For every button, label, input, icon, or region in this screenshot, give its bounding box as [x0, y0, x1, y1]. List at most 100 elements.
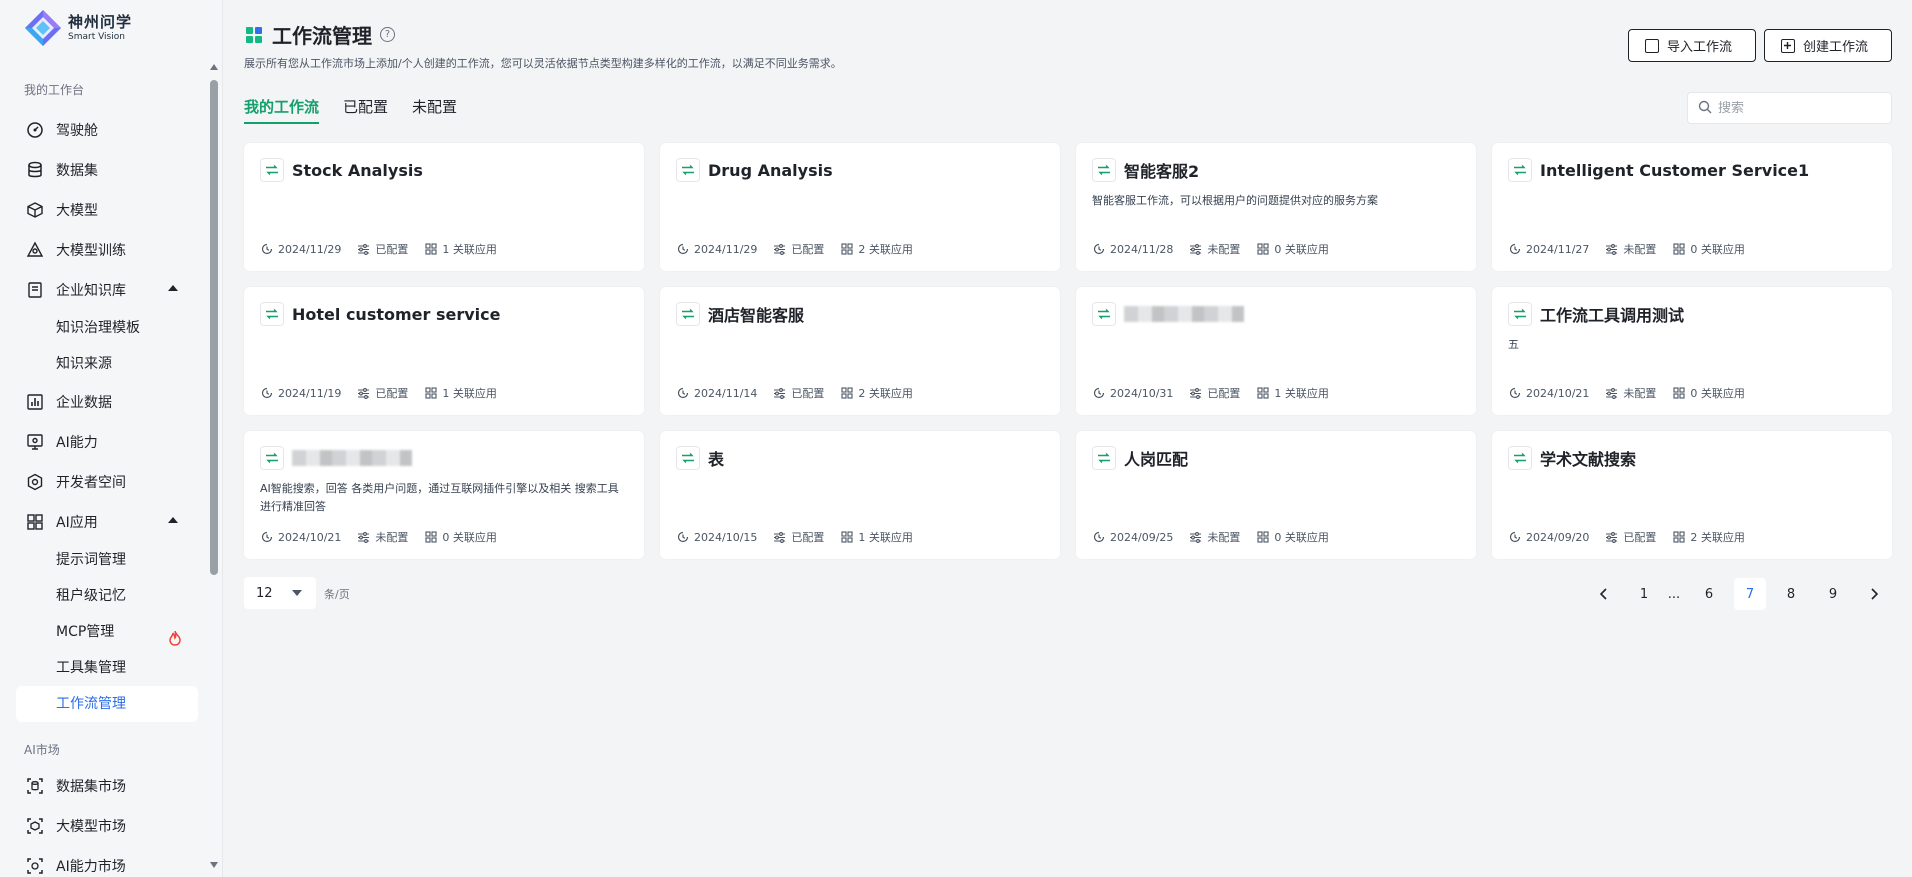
workflow-linked-apps: 0 关联应用: [1256, 241, 1329, 257]
workflow-card[interactable]: 酒店智能客服 2024/11/14 已配置 2 关联应用: [660, 287, 1060, 415]
workflow-card-title: 智能客服2: [1124, 162, 1200, 181]
sidebar-item-enterprise-data[interactable]: 企业数据: [0, 382, 206, 422]
sidebar-subitem-workflow[interactable]: 工作流管理: [16, 686, 198, 722]
workflow-date-text: 2024/11/14: [694, 386, 758, 400]
workflow-card-meta: 2024/11/29 已配置 1 关联应用: [260, 241, 513, 257]
workflow-status: 已配置: [357, 385, 408, 401]
search-input[interactable]: [1718, 100, 1878, 116]
sidebar-item-knowledge[interactable]: 企业知识库: [0, 270, 206, 310]
page-button[interactable]: 1: [1628, 578, 1660, 610]
main-content: 工作流管理 ? 展示所有您从工作流市场上添加/个人创建的工作流，您可以灵活依据节…: [224, 0, 1912, 877]
workflow-card[interactable]: Drug Analysis 2024/11/29 已配置 2 关联应用: [660, 143, 1060, 271]
workflow-status: 已配置: [1189, 385, 1240, 401]
grid-apps-icon: [1672, 243, 1685, 256]
workflow-card-meta: 2024/09/25 未配置 0 关联应用: [1092, 529, 1345, 545]
workflow-card[interactable]: Hotel customer service 2024/11/19 已配置 1 …: [244, 287, 644, 415]
brand-logo[interactable]: 神州问学 Smart Vision: [24, 8, 132, 48]
chart-icon: [26, 393, 44, 411]
sidebar-subitem-prompt[interactable]: 提示词管理: [0, 542, 206, 578]
page-size-select[interactable]: 12: [244, 577, 316, 609]
sidebar-item-dataset-market[interactable]: 数据集市场: [0, 766, 206, 806]
sidebar-item-ai-capability[interactable]: AI能力: [0, 422, 206, 462]
workflow-linked-apps: 1 关联应用: [424, 241, 497, 257]
tab-unconfigured[interactable]: 未配置: [412, 96, 457, 124]
workflow-date-text: 2024/09/20: [1526, 530, 1590, 544]
workflow-status-text: 未配置: [1207, 243, 1241, 256]
workflow-card[interactable]: 智能客服2 智能客服工作流，可以根据用户的问题提供对应的服务方案 2024/11…: [1076, 143, 1476, 271]
page-button[interactable]: 6: [1693, 578, 1725, 610]
workflow-status: 已配置: [773, 385, 824, 401]
workflow-date-text: 2024/11/28: [1110, 242, 1174, 256]
workflow-card-meta: 2024/09/20 已配置 2 关联应用: [1508, 529, 1761, 545]
workflow-card-title: Drug Analysis: [708, 160, 833, 180]
workflow-card[interactable]: 表 2024/10/15 已配置 1 关联应用: [660, 431, 1060, 559]
page-ellipsis[interactable]: ...: [1658, 578, 1690, 610]
search-icon: [1698, 99, 1712, 118]
search-box[interactable]: [1687, 92, 1892, 124]
scroll-up-arrow-icon[interactable]: [210, 64, 218, 70]
tab-configured[interactable]: 已配置: [343, 96, 388, 124]
sidebar-item-ai-market[interactable]: AI能力市场: [0, 846, 206, 877]
workflow-date: 2024/11/27: [1508, 243, 1589, 256]
chevron-up-icon[interactable]: [168, 285, 178, 291]
workflow-linked-apps: 0 关联应用: [424, 529, 497, 545]
workflow-linked-apps-text: 0 关联应用: [1274, 531, 1329, 544]
workflow-card[interactable]: 工作流工具调用测试 五 2024/10/21 未配置 0 关联应用: [1492, 287, 1892, 415]
workflow-card[interactable]: Intelligent Customer Service1 2024/11/27…: [1492, 143, 1892, 271]
sidebar-item-developer[interactable]: 开发者空间: [0, 462, 206, 502]
knowledge-icon: [26, 281, 44, 299]
workflow-card[interactable]: 2024/10/31 已配置 1 关联应用: [1076, 287, 1476, 415]
sidebar-item-cockpit[interactable]: 驾驶舱: [0, 110, 206, 150]
workflow-date-text: 2024/11/29: [278, 242, 342, 256]
page-button-current[interactable]: 7: [1734, 578, 1766, 610]
create-workflow-button[interactable]: 创建工作流: [1764, 29, 1892, 62]
page-title: 工作流管理 ?: [246, 20, 395, 49]
workflow-linked-apps: 1 关联应用: [1256, 385, 1329, 401]
sidebar-subitem-mcp[interactable]: MCP管理: [0, 614, 206, 650]
workflow-date-text: 2024/10/31: [1110, 386, 1174, 400]
next-page-icon[interactable]: [1858, 578, 1890, 610]
sidebar-subitem-knowledge-template[interactable]: 知识治理模板: [0, 310, 206, 346]
sidebar-item-model[interactable]: 大模型: [0, 190, 206, 230]
scroll-thumb[interactable]: [210, 80, 218, 575]
settings-sliders-icon: [1189, 531, 1202, 544]
workflow-date-text: 2024/11/27: [1526, 242, 1590, 256]
chevron-up-icon[interactable]: [168, 517, 178, 523]
sidebar-item-model-market[interactable]: 大模型市场: [0, 806, 206, 846]
sidebar-item-ai-apps[interactable]: AI应用: [0, 502, 206, 542]
sidebar-item-label: 驾驶舱: [56, 123, 98, 139]
sidebar-item-model-training[interactable]: 大模型训练: [0, 230, 206, 270]
workflow-linked-apps-text: 1 关联应用: [858, 531, 913, 544]
prev-page-icon[interactable]: [1588, 578, 1620, 610]
sidebar-subitem-toolset[interactable]: 工具集管理: [0, 650, 206, 686]
page-button[interactable]: 8: [1775, 578, 1807, 610]
sidebar-scrollbar[interactable]: [209, 60, 219, 872]
clock-icon: [1508, 243, 1521, 256]
create-workflow-label: 创建工作流: [1803, 39, 1869, 54]
workflow-icon: [1508, 302, 1532, 326]
workflow-card[interactable]: 人岗匹配 2024/09/25 未配置 0 关联应用: [1076, 431, 1476, 559]
workflow-card-header: Stock Analysis: [260, 158, 423, 182]
workflow-card-header: 表: [676, 446, 724, 470]
workflow-card[interactable]: AI智能搜索，回答 各类用户问题，通过互联网插件引擎以及相关 搜索工具 进行精准…: [244, 431, 644, 559]
workflow-icon: [1092, 302, 1116, 326]
workflow-card[interactable]: Stock Analysis 2024/11/29 已配置 1 关联应用: [244, 143, 644, 271]
page-button[interactable]: 9: [1817, 578, 1849, 610]
import-workflow-button[interactable]: 导入工作流: [1628, 29, 1756, 62]
sidebar-subitem-tenant-memory[interactable]: 租户级记忆: [0, 578, 206, 614]
workflow-date-text: 2024/10/21: [1526, 386, 1590, 400]
help-icon[interactable]: ?: [380, 27, 395, 42]
workflow-card[interactable]: 学术文献搜索 2024/09/20 已配置 2 关联应用: [1492, 431, 1892, 559]
workflow-date-text: 2024/10/15: [694, 530, 758, 544]
sidebar-subitem-knowledge-source[interactable]: 知识来源: [0, 346, 206, 382]
sidebar-item-dataset[interactable]: 数据集: [0, 150, 206, 190]
tab-my-workflows[interactable]: 我的工作流: [244, 96, 320, 124]
workflow-linked-apps: 1 关联应用: [424, 385, 497, 401]
workflow-card-title: Intelligent Customer Service1: [1540, 160, 1810, 180]
chevron-down-icon: [292, 590, 302, 596]
workflow-status-text: 已配置: [375, 387, 409, 400]
sidebar-subitem-label: MCP管理: [56, 624, 115, 640]
workflow-linked-apps: 0 关联应用: [1672, 385, 1745, 401]
workflow-status-text: 已配置: [791, 243, 825, 256]
scroll-down-arrow-icon[interactable]: [210, 862, 218, 868]
